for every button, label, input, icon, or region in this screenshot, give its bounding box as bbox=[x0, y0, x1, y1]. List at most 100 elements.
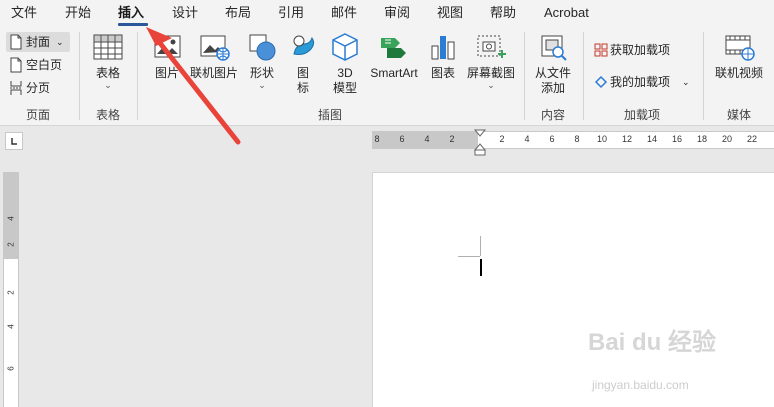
watermark-logo: Bai du 经验 bbox=[588, 329, 717, 356]
tab-file[interactable]: 文件 bbox=[11, 4, 37, 22]
horizontal-ruler[interactable]: 8 6 4 2 2 4 6 8 10 12 14 16 18 20 22 bbox=[372, 131, 774, 149]
ruler-number: 6 bbox=[6, 366, 16, 371]
online-video-label: 联机视频 bbox=[714, 66, 763, 80]
ruler-number: 2 bbox=[6, 290, 16, 295]
get-addins-button[interactable]: 获取加载项 bbox=[590, 40, 690, 60]
ruler-number: 12 bbox=[621, 134, 632, 144]
table-label: 表格 bbox=[95, 66, 120, 80]
ruler-number: 22 bbox=[746, 134, 757, 144]
chevron-down-icon: ⌄ bbox=[56, 37, 64, 47]
tab-insert[interactable]: 插入 bbox=[118, 4, 144, 22]
chevron-down-icon: ⌄ bbox=[104, 80, 112, 90]
pages-group-label: 页面 bbox=[25, 108, 50, 122]
page-break-label: 分页 bbox=[26, 81, 51, 95]
ruler-number: 18 bbox=[696, 134, 707, 144]
cover-page-button[interactable]: 封面 ⌄ bbox=[6, 32, 70, 52]
add-from-file-icon bbox=[541, 35, 567, 61]
tab-acrobat[interactable]: Acrobat bbox=[544, 4, 589, 22]
add-from-file-label: 从文件 添加 bbox=[534, 66, 571, 95]
tab-layout[interactable]: 布局 bbox=[225, 4, 251, 22]
group-separator bbox=[137, 32, 138, 120]
bar-chart-icon bbox=[431, 36, 455, 60]
shapes-icon bbox=[249, 34, 276, 61]
group-separator bbox=[583, 32, 584, 120]
chart-button[interactable]: 图表 bbox=[424, 32, 462, 104]
word-window: 文件 开始 插入 设计 布局 引用 邮件 审阅 视图 帮助 Acrobat 封面… bbox=[0, 0, 774, 407]
ruler-number: 16 bbox=[671, 134, 682, 144]
group-separator bbox=[79, 32, 80, 120]
chart-label: 图表 bbox=[430, 66, 455, 80]
tab-help[interactable]: 帮助 bbox=[490, 4, 516, 22]
tab-stop-selector[interactable] bbox=[5, 132, 23, 150]
picture-label: 图片 bbox=[154, 66, 179, 80]
online-video-icon bbox=[725, 35, 755, 61]
online-video-button[interactable]: 联机视频 bbox=[709, 32, 769, 104]
page-break-button[interactable]: 分页 bbox=[6, 78, 70, 98]
3d-models-label: 3D 模型 bbox=[332, 66, 357, 95]
addins-group-label: 加载项 bbox=[623, 108, 660, 122]
text-cursor bbox=[480, 259, 482, 276]
table-button[interactable]: 表格 ⌄ bbox=[86, 32, 130, 104]
cover-page-icon bbox=[10, 34, 22, 50]
content-group-label: 内容 bbox=[540, 108, 565, 122]
picture-button[interactable]: 图片 bbox=[147, 32, 187, 104]
ribbon-tab-bar: 文件 开始 插入 设计 布局 引用 邮件 审阅 视图 帮助 Acrobat bbox=[0, 0, 774, 26]
tab-review[interactable]: 审阅 bbox=[384, 4, 410, 22]
online-picture-icon bbox=[200, 35, 230, 61]
watermark-url: jingyan.baidu.com bbox=[592, 378, 689, 392]
blank-page-label: 空白页 bbox=[26, 58, 63, 72]
blank-page-icon bbox=[10, 57, 22, 73]
cube-icon bbox=[332, 33, 358, 61]
ruler-number: 4 bbox=[6, 324, 16, 329]
page-break-icon bbox=[10, 81, 22, 95]
add-from-file-button[interactable]: 从文件 添加 bbox=[530, 32, 576, 104]
margin-corner-mark bbox=[458, 256, 480, 257]
ruler-number: 4 bbox=[424, 134, 430, 144]
tab-references[interactable]: 引用 bbox=[278, 4, 304, 22]
smartart-label: SmartArt bbox=[370, 66, 418, 80]
ruler-number: 6 bbox=[549, 134, 555, 144]
icons-label: 图 标 bbox=[296, 66, 309, 95]
vertical-ruler[interactable]: 4 2 2 4 6 bbox=[3, 172, 19, 407]
blank-page-button[interactable]: 空白页 bbox=[6, 55, 70, 75]
tab-home[interactable]: 开始 bbox=[65, 4, 91, 22]
screenshot-button[interactable]: 屏幕截图 ⌄ bbox=[463, 32, 519, 104]
picture-icon bbox=[154, 35, 181, 58]
ruler-number: 4 bbox=[524, 134, 530, 144]
online-picture-label: 联机图片 bbox=[189, 66, 238, 80]
document-page[interactable] bbox=[372, 172, 774, 407]
addins-icon bbox=[594, 75, 608, 89]
indent-marker-icon[interactable] bbox=[473, 128, 487, 158]
chevron-down-icon: ⌄ bbox=[682, 77, 690, 87]
group-separator bbox=[524, 32, 525, 120]
table-icon bbox=[93, 34, 123, 60]
online-picture-button[interactable]: 联机图片 bbox=[188, 32, 240, 104]
ruler-number: 14 bbox=[646, 134, 657, 144]
smartart-icon bbox=[381, 38, 406, 58]
left-tab-icon bbox=[11, 138, 17, 145]
media-group-label: 媒体 bbox=[726, 108, 751, 122]
smartart-button[interactable]: SmartArt bbox=[366, 32, 422, 104]
shapes-label: 形状 bbox=[249, 66, 274, 80]
3d-models-button[interactable]: 3D 模型 bbox=[326, 32, 364, 104]
my-addins-button[interactable]: 我的加载项 ⌄ bbox=[590, 72, 694, 92]
screenshot-label: 屏幕截图 bbox=[466, 66, 515, 80]
shapes-button[interactable]: 形状 ⌄ bbox=[242, 32, 282, 104]
icons-button[interactable]: 图 标 bbox=[284, 32, 322, 104]
tab-mailings[interactable]: 邮件 bbox=[331, 4, 357, 22]
ruler-number: 4 bbox=[6, 216, 16, 221]
cover-page-label: 封面 bbox=[26, 35, 51, 49]
tab-view[interactable]: 视图 bbox=[437, 4, 463, 22]
ruler-number: 20 bbox=[721, 134, 732, 144]
ruler-number: 2 bbox=[449, 134, 455, 144]
tab-design[interactable]: 设计 bbox=[172, 4, 198, 22]
ruler-number: 8 bbox=[574, 134, 580, 144]
ruler-number: 2 bbox=[6, 242, 16, 247]
ruler-number: 10 bbox=[596, 134, 607, 144]
ruler-number: 2 bbox=[499, 134, 505, 144]
ribbon-panel: 封面 ⌄ 空白页 分页 页面 表格 ⌄ 表格 图片 联机图片 形状 ⌄ 图 标 … bbox=[0, 26, 774, 126]
ruler-number: 8 bbox=[374, 134, 380, 144]
store-icon bbox=[594, 43, 608, 57]
icons-icon bbox=[293, 35, 315, 55]
my-addins-label: 我的加载项 bbox=[610, 75, 671, 89]
